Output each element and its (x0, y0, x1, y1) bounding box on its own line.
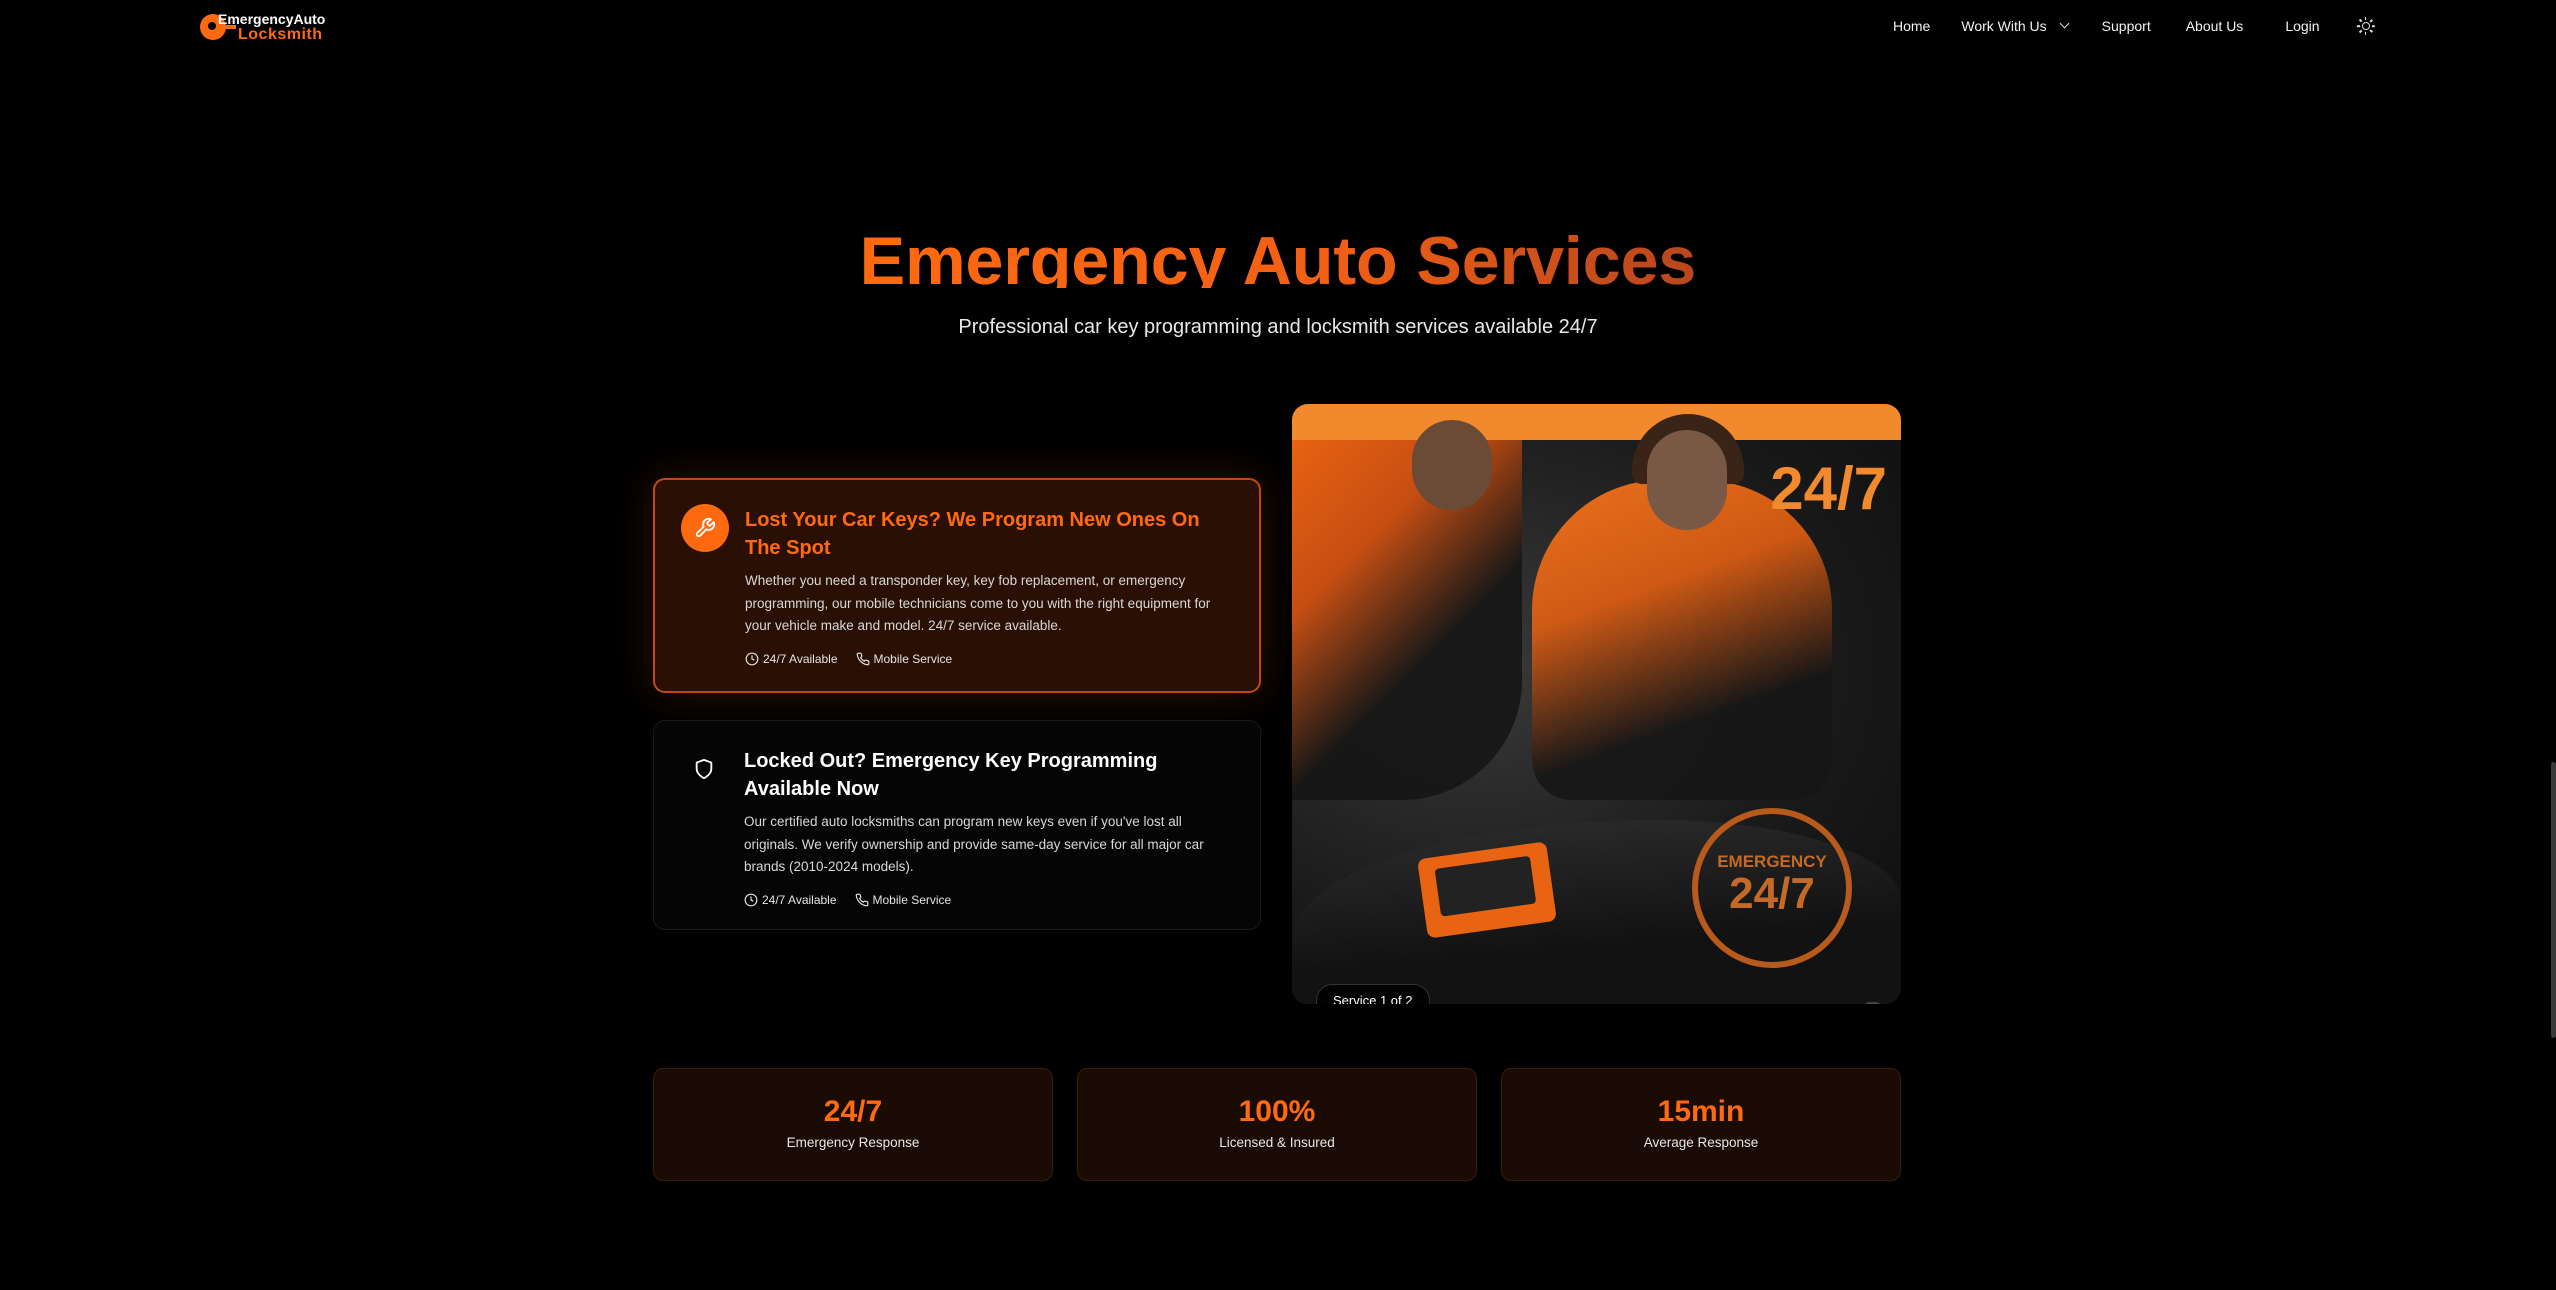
phone-icon (856, 652, 869, 665)
technician-face (1412, 420, 1492, 510)
nav-support[interactable]: Support (2102, 18, 2151, 34)
stat-value: 100% (1238, 1095, 1316, 1128)
service-description: Whether you need a transponder key, key … (745, 573, 1211, 633)
technician-face (1647, 430, 1727, 530)
availability-tag: 24/7 Available (744, 893, 837, 907)
wrench-icon (681, 504, 729, 552)
stat-value: 15min (1657, 1095, 1745, 1128)
stat-card: 24/7 Emergency Response (653, 1068, 1053, 1181)
chevron-down-icon (2059, 18, 2070, 29)
nav-about[interactable]: About Us (2186, 18, 2244, 34)
service-tags: 24/7 Available Mobile Service (744, 893, 1234, 907)
stat-card: 15min Average Response (1501, 1068, 1901, 1181)
stat-label: Emergency Response (786, 1135, 920, 1150)
main-menu: Home Work With Us Support About Us Login (1893, 17, 2375, 35)
sun-icon (2356, 17, 2375, 35)
technician-figure (1292, 440, 1522, 800)
nav-home[interactable]: Home (1893, 18, 1930, 34)
service-description: Our certified auto locksmiths can progra… (744, 814, 1204, 874)
shield-icon (680, 745, 728, 793)
service-title: Locked Out? Emergency Key Programming Av… (744, 750, 1158, 800)
service-card-locked-out[interactable]: Locked Out? Emergency Key Programming Av… (653, 720, 1261, 930)
service-card-lost-keys[interactable]: Lost Your Car Keys? We Program New Ones … (653, 478, 1261, 693)
brand-line2: Locksmith (238, 26, 323, 43)
mobile-tag: Mobile Service (856, 651, 953, 666)
top-nav: EmergencyAuto Locksmith Home Work With U… (0, 0, 2556, 56)
availability-tag-label: 24/7 Available (762, 892, 837, 907)
theme-toggle-button[interactable] (2356, 17, 2375, 35)
brand-logo[interactable]: EmergencyAuto Locksmith (200, 11, 333, 43)
stat-label: Licensed & Insured (1219, 1135, 1335, 1150)
mobile-tag-label: Mobile Service (872, 892, 952, 907)
carousel-counter: Service 1 of 2 (1316, 984, 1430, 1004)
service-tags: 24/7 Available Mobile Service (745, 652, 1233, 666)
technicians-photo: 24/7 EMERGENCY 24/7 Service 1 of 2 ai (1292, 414, 1901, 1004)
panel-accent-bar (1292, 404, 1901, 440)
availability-tag-label: 24/7 Available (763, 651, 838, 666)
clock-icon (745, 652, 759, 665)
phone-icon (855, 893, 868, 906)
nav-work-with-us-label: Work With Us (1961, 18, 2047, 34)
nav-work-with-us[interactable]: Work With Us (1961, 18, 2070, 34)
stat-card: 100% Licensed & Insured (1077, 1068, 1477, 1181)
brand-line1: EmergencyAuto (218, 11, 326, 27)
mobile-tag-label: Mobile Service (873, 651, 953, 666)
availability-tag: 24/7 Available (745, 652, 838, 666)
stat-label: Average Response (1643, 1135, 1759, 1150)
brand-text: EmergencyAuto Locksmith (218, 11, 326, 43)
hours-badge: 24/7 (1770, 455, 1887, 522)
clock-icon (744, 893, 758, 906)
page-scrollbar[interactable] (2551, 762, 2556, 1038)
service-image-panel: 24/7 EMERGENCY 24/7 Service 1 of 2 ai (1292, 404, 1901, 1004)
page-title-text: Emergency Auto Services (860, 223, 1697, 288)
service-title: Lost Your Car Keys? We Program New Ones … (745, 509, 1200, 559)
mobile-tag: Mobile Service (855, 892, 952, 907)
ring-hours: 24/7 (1729, 869, 1815, 918)
page-subtitle: Professional car key programming and loc… (958, 316, 1598, 338)
page-title: Emergency Auto Services (0, 222, 2556, 288)
emergency-ring-badge: EMERGENCY 24/7 (1692, 808, 1852, 968)
stat-value: 24/7 (823, 1095, 883, 1128)
nav-login[interactable]: Login (2285, 18, 2319, 34)
